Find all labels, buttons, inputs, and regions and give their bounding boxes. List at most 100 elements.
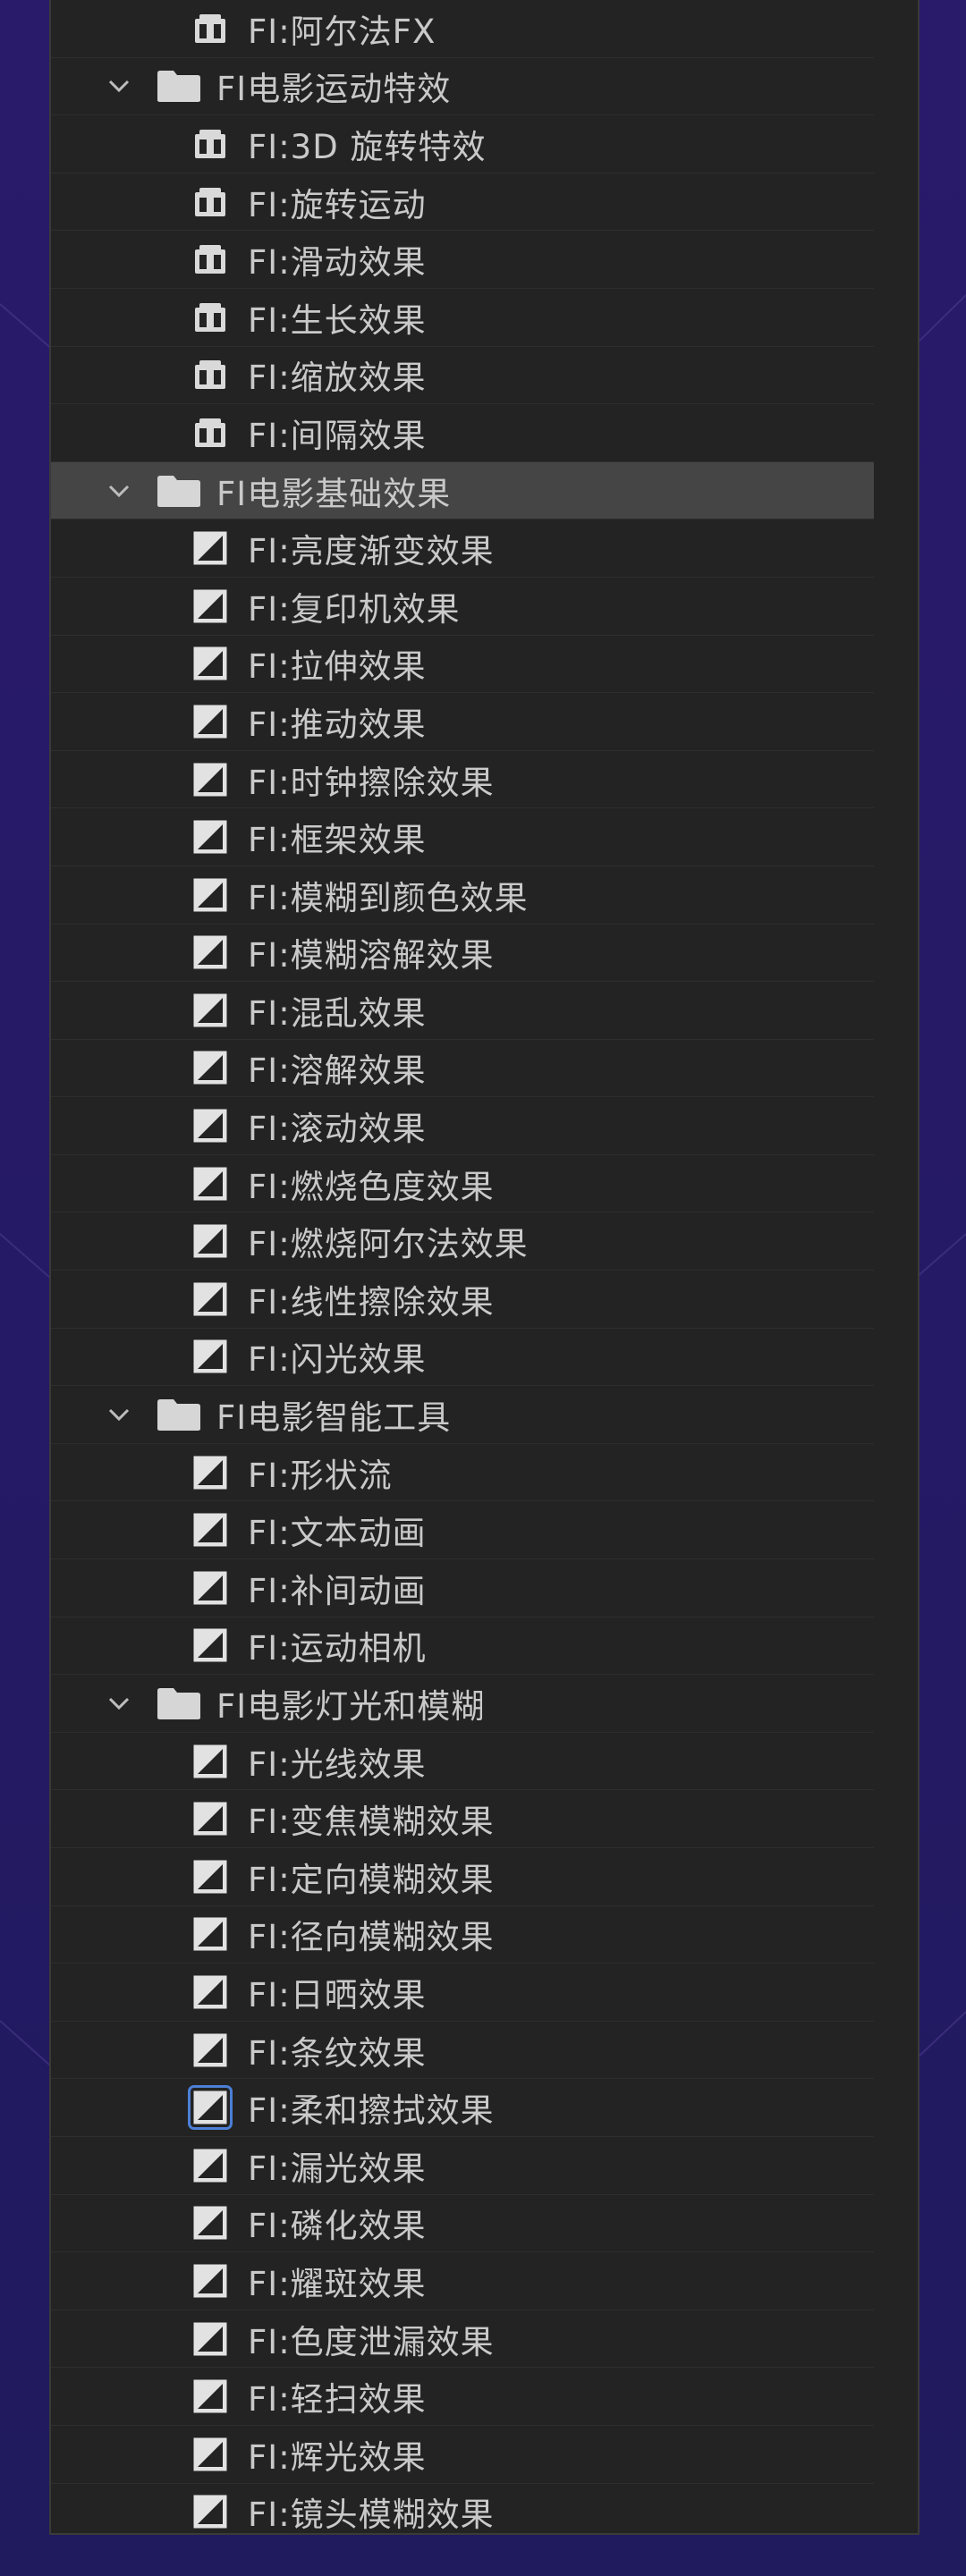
effect-label: FI:闪光效果 [248, 1340, 427, 1380]
effect-label: FI:时钟擦除效果 [248, 763, 495, 802]
effect-item[interactable]: FI:3D 旋转特效 [51, 115, 874, 173]
effect-item[interactable]: FI:拉伸效果 [51, 636, 874, 694]
effect-item[interactable]: FI:复印机效果 [51, 578, 874, 636]
effect-item[interactable]: FI:轻扫效果 [51, 2368, 874, 2426]
effect-label: FI:日晒效果 [248, 1975, 427, 2014]
effect-label: FI:3D 旋转特效 [248, 127, 487, 166]
effect-label: FI:条纹效果 [248, 2033, 427, 2073]
transition-icon [193, 646, 227, 680]
transition-icon [193, 1224, 227, 1258]
effect-item[interactable]: FI:辉光效果 [51, 2426, 874, 2484]
transition-icon [193, 589, 227, 623]
folder-row[interactable]: FI电影智能工具 [51, 1386, 874, 1444]
transition-icon [193, 935, 227, 969]
effect-item[interactable]: FI:滑动效果 [51, 231, 874, 289]
effect-item[interactable]: FI:补间动画 [51, 1559, 874, 1617]
preset-bundle-icon [195, 418, 225, 447]
preset-bundle-icon [195, 13, 225, 43]
folder-label: FI电影基础效果 [216, 474, 452, 513]
transition-icon [193, 2206, 227, 2240]
effect-label: FI:旋转运动 [248, 185, 427, 224]
effect-item[interactable]: FI:条纹效果 [51, 2022, 874, 2080]
effect-item[interactable]: FI:漏光效果 [51, 2137, 874, 2195]
effect-item[interactable]: FI:混乱效果 [51, 982, 874, 1040]
preset-bundle-icon [195, 187, 225, 216]
chevron-down-icon[interactable] [106, 482, 131, 500]
effect-item[interactable]: FI:闪光效果 [51, 1329, 874, 1387]
effect-item[interactable]: FI:柔和擦拭效果 [51, 2079, 874, 2137]
effect-item[interactable]: FI:径向模糊效果 [51, 1906, 874, 1964]
effect-item[interactable]: FI:滚动效果 [51, 1097, 874, 1155]
effect-item[interactable]: FI:旋转运动 [51, 173, 874, 232]
effect-item[interactable]: FI:间隔效果 [51, 404, 874, 462]
effect-label: FI:线性擦除效果 [248, 1282, 495, 1322]
effect-item[interactable]: FI:运动相机 [51, 1617, 874, 1676]
effect-label: FI:柔和擦拭效果 [248, 2091, 495, 2131]
effect-item[interactable]: FI:模糊到颜色效果 [51, 866, 874, 925]
transition-icon [193, 705, 227, 739]
folder-icon [157, 1688, 200, 1720]
transition-icon [188, 2085, 233, 2131]
effect-item[interactable]: FI:日晒效果 [51, 1964, 874, 2022]
effect-label: FI:溶解效果 [248, 1052, 427, 1091]
effect-label: FI:间隔效果 [248, 416, 427, 455]
transition-icon [193, 763, 227, 797]
effect-item[interactable]: FI:线性擦除效果 [51, 1271, 874, 1329]
transition-icon [193, 1744, 227, 1778]
effect-item[interactable]: FI:磷化效果 [51, 2195, 874, 2253]
preset-bundle-icon [195, 245, 225, 274]
effect-item[interactable]: FI:缩放效果 [51, 347, 874, 405]
folder-row[interactable]: FI电影基础效果 [51, 461, 874, 520]
folder-label: FI电影智能工具 [216, 1398, 452, 1438]
folder-row[interactable]: FI电影灯光和模糊 [51, 1675, 874, 1733]
effect-label: FI:镜头模糊效果 [248, 2496, 495, 2535]
effect-label: FI:运动相机 [248, 1629, 427, 1668]
effect-item[interactable]: FI:定向模糊效果 [51, 1848, 874, 1906]
effect-item[interactable]: FI:时钟擦除效果 [51, 751, 874, 809]
effect-label: FI:滑动效果 [248, 243, 427, 283]
chevron-down-icon[interactable] [106, 1694, 131, 1712]
effect-item[interactable]: FI:溶解效果 [51, 1040, 874, 1098]
transition-icon [193, 2437, 227, 2471]
transition-icon [193, 1571, 227, 1605]
transition-icon [193, 1051, 227, 1085]
effect-label: FI:补间动画 [248, 1571, 427, 1610]
effects-tree: FI:阿尔法FX FI电影运动特效 FI:3D 旋转特效 FI:旋转运动 FI:滑动效果… [51, 0, 874, 2535]
transition-icon [193, 1282, 227, 1316]
effect-label: FI:阿尔法FX [248, 12, 436, 51]
chevron-down-icon[interactable] [106, 1406, 131, 1423]
effect-label: FI:轻扫效果 [248, 2380, 427, 2420]
effect-item[interactable]: FI:亮度渐变效果 [51, 519, 874, 578]
effect-item[interactable]: FI:色度泄漏效果 [51, 2310, 874, 2369]
effect-label: FI:变焦模糊效果 [248, 1803, 495, 1842]
effect-item[interactable]: FI:变焦模糊效果 [51, 1790, 874, 1848]
transition-icon [193, 531, 227, 565]
effect-item[interactable]: FI:燃烧色度效果 [51, 1155, 874, 1213]
effect-item[interactable]: FI:生长效果 [51, 289, 874, 347]
effect-label: FI:生长效果 [248, 300, 427, 340]
folder-row[interactable]: FI电影运动特效 [51, 58, 874, 116]
transition-icon [193, 1456, 227, 1490]
effect-item[interactable]: FI:模糊溶解效果 [51, 925, 874, 983]
effect-label: FI:耀斑效果 [248, 2264, 427, 2303]
transition-icon [193, 2264, 227, 2298]
effect-item[interactable]: FI:框架效果 [51, 808, 874, 866]
folder-icon [157, 1399, 200, 1432]
effect-item[interactable]: FI:文本动画 [51, 1501, 874, 1560]
effect-item[interactable]: FI:耀斑效果 [51, 2252, 874, 2310]
effect-item[interactable]: FI:阿尔法FX [51, 0, 874, 58]
effect-item[interactable]: FI:燃烧阿尔法效果 [51, 1212, 874, 1271]
transition-icon [193, 2322, 227, 2356]
effect-label: FI:滚动效果 [248, 1110, 427, 1149]
effect-label: FI:色度泄漏效果 [248, 2322, 495, 2361]
effect-item[interactable]: FI:光线效果 [51, 1733, 874, 1791]
effect-item[interactable]: FI:推动效果 [51, 693, 874, 751]
effect-label: FI:文本动画 [248, 1514, 427, 1553]
transition-icon [193, 2379, 227, 2413]
transition-icon [193, 1109, 227, 1143]
chevron-down-icon[interactable] [106, 77, 131, 95]
effect-item[interactable]: FI:镜头模糊效果 [51, 2484, 874, 2535]
effect-item[interactable]: FI:形状流 [51, 1444, 874, 1502]
effect-label: FI:漏光效果 [248, 2149, 427, 2188]
transition-icon [193, 878, 227, 912]
